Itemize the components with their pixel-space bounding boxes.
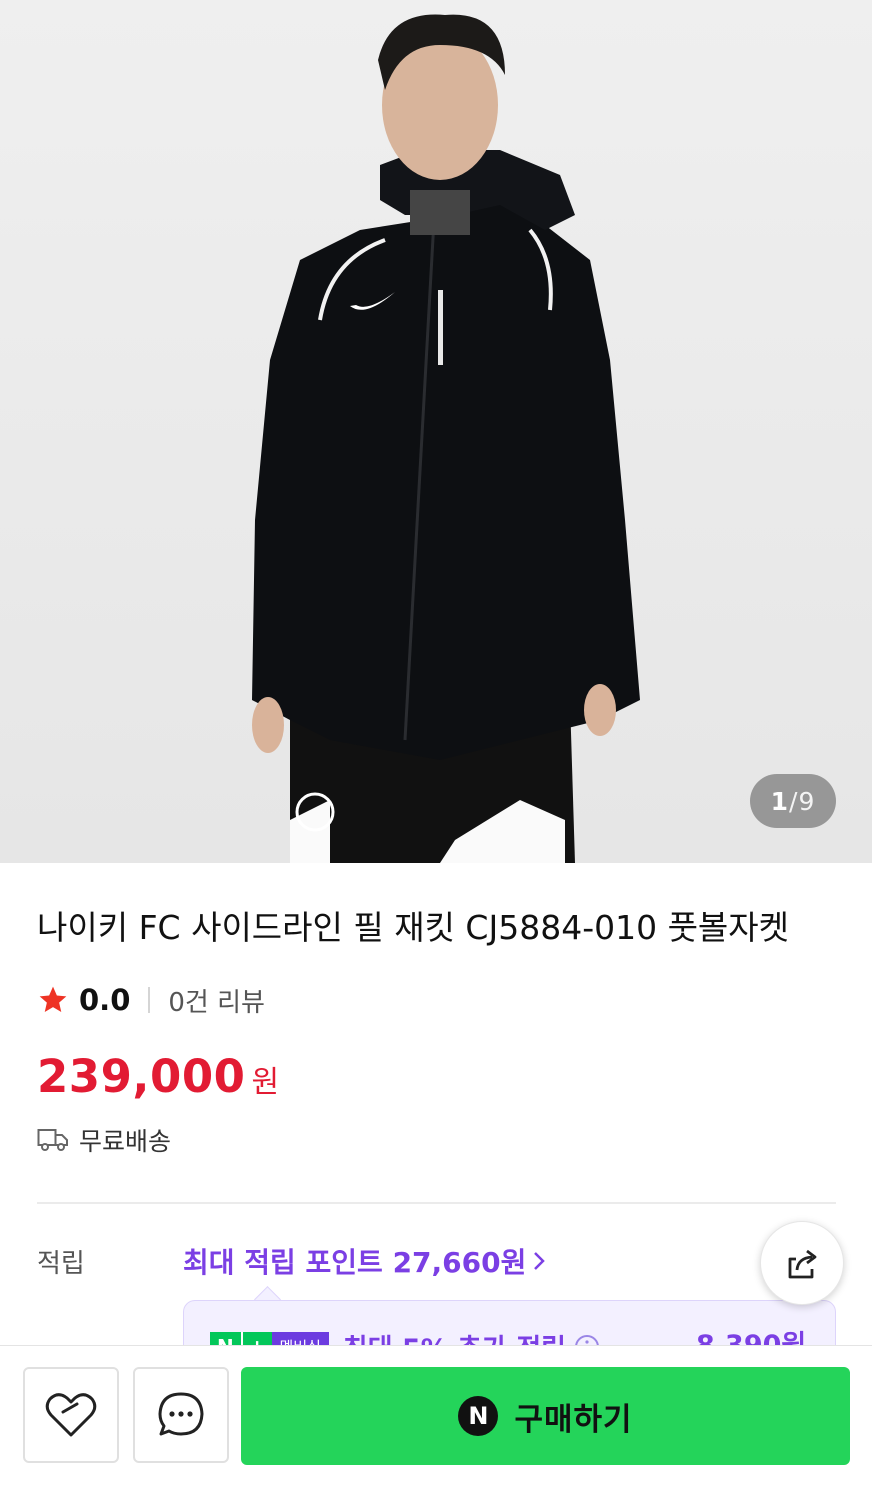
shipping-row: 무료배송 (37, 1122, 171, 1158)
image-page-indicator: 1 / 9 (750, 774, 836, 828)
wishlist-button[interactable] (23, 1367, 119, 1463)
max-points-text: 최대 적립 포인트 27,660원 (183, 1246, 527, 1279)
rating-divider (148, 987, 151, 1013)
chat-inquiry-button[interactable] (133, 1367, 229, 1463)
heart-icon (45, 1393, 97, 1437)
share-icon (788, 1249, 817, 1279)
page-current: 1 (770, 786, 790, 816)
share-button[interactable] (760, 1221, 844, 1305)
star-icon (39, 986, 67, 1012)
buy-button[interactable]: N 구매하기 (241, 1367, 850, 1465)
rating-row[interactable]: 0.0 0건 리뷰 (37, 980, 265, 1020)
product-photo (0, 0, 872, 863)
section-divider (37, 1202, 836, 1204)
chat-icon (158, 1392, 204, 1436)
price: 239,000 (37, 1050, 246, 1103)
price-row: 239,000 원 (37, 1050, 279, 1103)
npay-logo-icon: N (458, 1396, 499, 1436)
product-image-carousel[interactable]: 1 / 9 (0, 0, 872, 863)
page-separator: / (789, 786, 799, 816)
points-label: 적립 (37, 1249, 85, 1279)
shipping-text: 무료배송 (79, 1127, 172, 1156)
buy-button-label: 구매하기 (514, 1401, 633, 1438)
max-points-link[interactable]: 최대 적립 포인트 27,660원 (183, 1241, 546, 1281)
page-total: 9 (798, 786, 816, 816)
price-unit: 원 (251, 1065, 280, 1100)
truck-icon (37, 1129, 68, 1151)
review-count-link[interactable]: 0건 리뷰 (168, 982, 265, 1019)
chevron-right-icon (534, 1252, 546, 1270)
product-title: 나이키 FC 사이드라인 필 재킷 CJ5884-010 풋볼자켓 (37, 908, 790, 947)
rating-value: 0.0 (79, 983, 131, 1017)
